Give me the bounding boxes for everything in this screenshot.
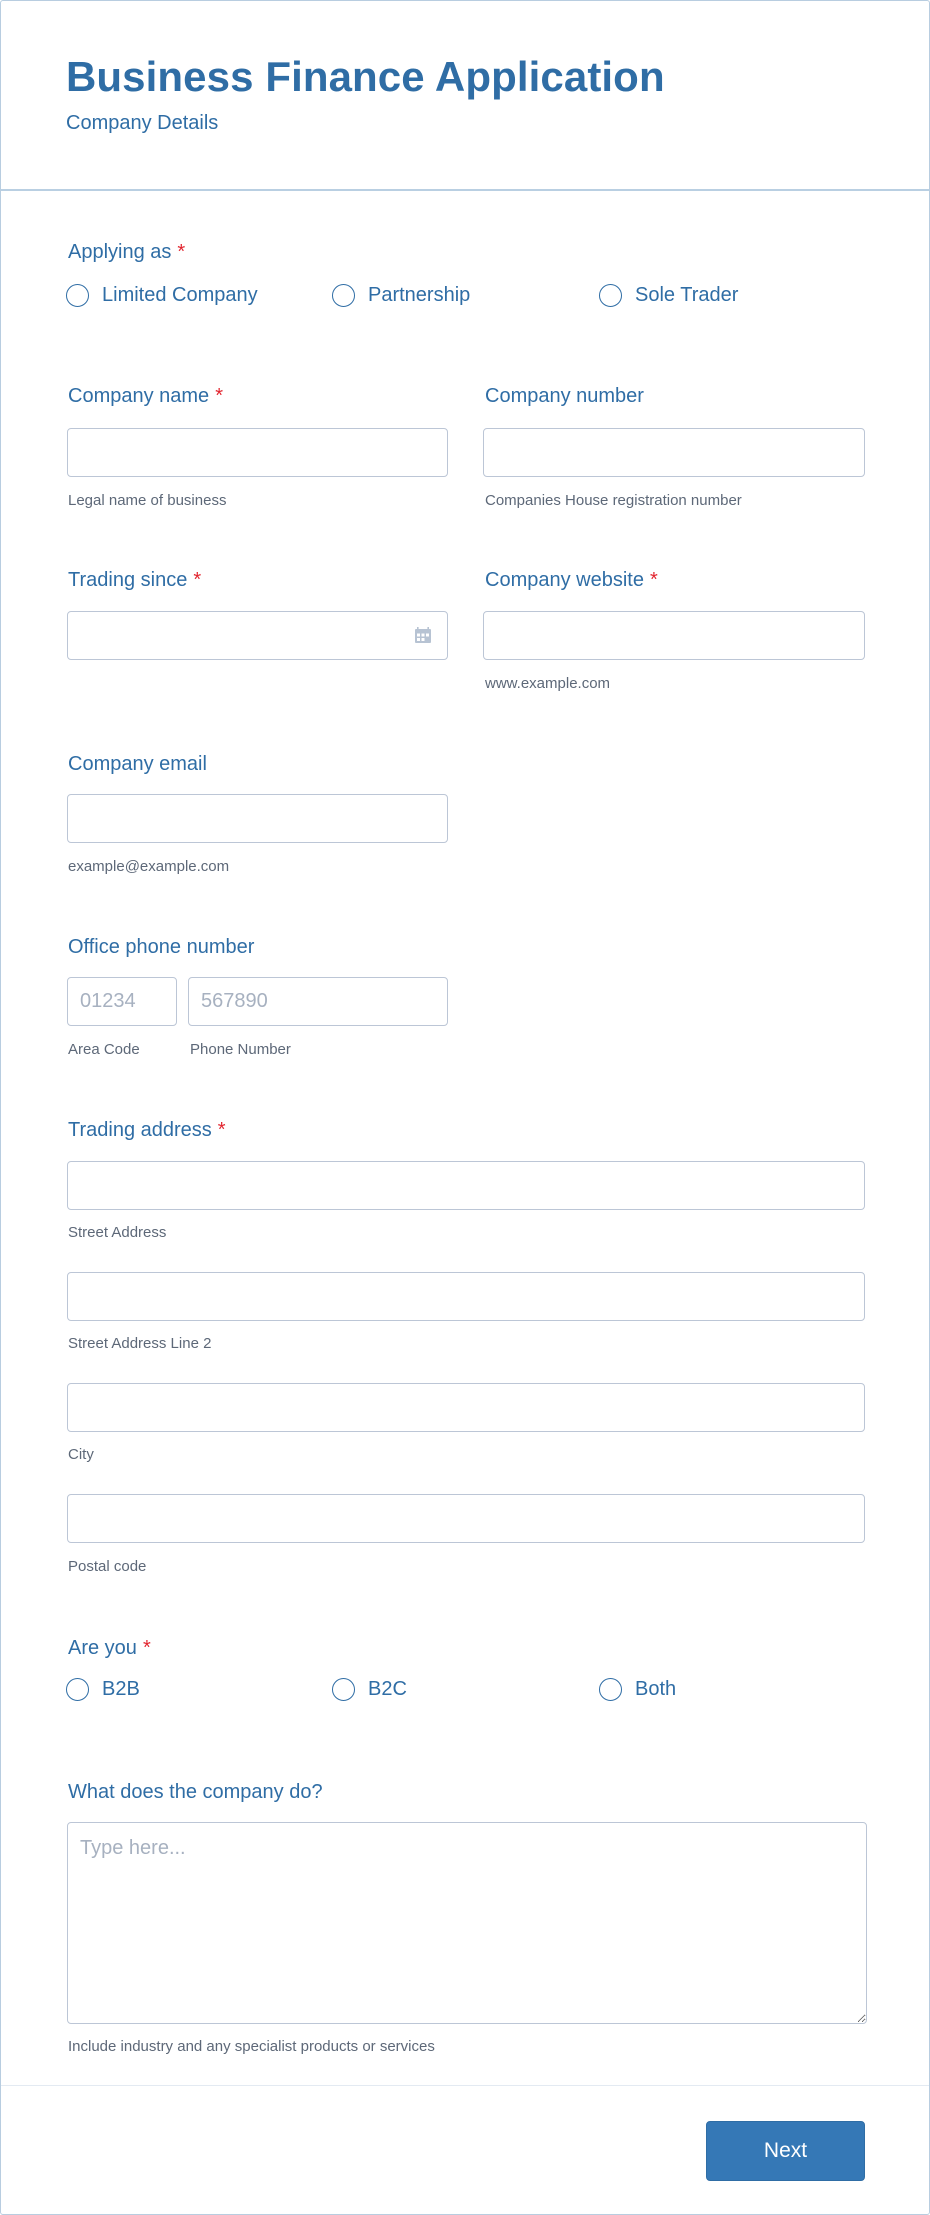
radio-circle-icon[interactable] (66, 1678, 89, 1701)
radio-circle-icon[interactable] (332, 284, 355, 307)
required-marker: * (142, 1637, 151, 1659)
radio-label: Sole Trader (635, 284, 739, 306)
company-website-help: www.example.com (485, 675, 611, 692)
radio-b2b[interactable]: B2B (66, 1678, 140, 1701)
company-activity-label: What does the company do? (68, 1781, 323, 1803)
company-name-input[interactable] (67, 428, 448, 477)
trading-since-label-text: Trading since (68, 569, 188, 591)
company-email-help: example@example.com (68, 858, 230, 875)
are-you-label: Are you * (68, 1637, 151, 1660)
radio-label: B2B (102, 1678, 140, 1700)
required-marker: * (177, 241, 186, 263)
company-website-label-text: Company website (485, 569, 644, 591)
postal-code-input[interactable] (67, 1494, 865, 1543)
next-button[interactable]: Next (706, 2121, 865, 2181)
footer-divider (1, 2085, 929, 2086)
company-number-label: Company number (485, 385, 644, 407)
company-name-label-text: Company name (68, 385, 210, 407)
required-marker: * (215, 385, 223, 407)
company-email-label: Company email (68, 753, 207, 775)
radio-label: B2C (368, 1678, 407, 1700)
trading-since-label: Trading since * (68, 569, 201, 592)
company-name-label: Company name * (68, 385, 223, 408)
company-activity-textarea[interactable] (67, 1822, 867, 2024)
radio-limited-company[interactable]: Limited Company (66, 284, 258, 307)
are-you-label-text: Are you (68, 1637, 137, 1659)
office-phone-label: Office phone number (68, 936, 255, 958)
radio-partnership[interactable]: Partnership (332, 284, 470, 307)
city-help: City (68, 1446, 94, 1463)
radio-sole-trader[interactable]: Sole Trader (599, 284, 738, 307)
postal-code-help: Postal code (68, 1558, 147, 1575)
radio-label: Limited Company (102, 284, 258, 306)
radio-circle-icon[interactable] (332, 1678, 355, 1701)
city-input[interactable] (67, 1383, 865, 1432)
company-email-input[interactable] (67, 794, 448, 843)
trading-since-date-input[interactable] (67, 611, 448, 660)
radio-both[interactable]: Both (599, 1678, 676, 1701)
company-number-input[interactable] (483, 428, 865, 477)
phone-number-input[interactable] (188, 977, 448, 1026)
area-code-help: Area Code (68, 1041, 140, 1058)
required-marker: * (649, 569, 658, 591)
required-marker: * (193, 569, 202, 591)
company-website-input[interactable] (483, 611, 865, 660)
company-activity-help: Include industry and any specialist prod… (68, 2038, 435, 2055)
phone-number-help: Phone Number (190, 1041, 291, 1058)
required-marker: * (217, 1119, 226, 1141)
trading-address-label-text: Trading address (68, 1119, 212, 1141)
applying-as-label-text: Applying as (68, 241, 172, 263)
company-website-label: Company website * (485, 569, 658, 592)
radio-circle-icon[interactable] (599, 284, 622, 307)
company-number-help: Companies House registration number (485, 492, 742, 509)
street-address-line2-help: Street Address Line 2 (68, 1335, 212, 1352)
street-address-help: Street Address (68, 1224, 167, 1241)
form-header: Business Finance Application Company Det… (1, 1, 929, 191)
radio-b2c[interactable]: B2C (332, 1678, 407, 1701)
street-address-input[interactable] (67, 1161, 865, 1210)
company-name-help: Legal name of business (68, 492, 227, 509)
street-address-line2-input[interactable] (67, 1272, 865, 1321)
calendar-icon[interactable] (414, 626, 432, 644)
radio-label: Partnership (368, 284, 471, 306)
radio-label: Both (635, 1678, 677, 1700)
radio-circle-icon[interactable] (66, 284, 89, 307)
radio-circle-icon[interactable] (599, 1678, 622, 1701)
page-subtitle: Company Details (66, 112, 219, 134)
page-title: Business Finance Application (66, 53, 665, 100)
area-code-input[interactable] (67, 977, 177, 1026)
form-container: Business Finance Application Company Det… (0, 0, 930, 2215)
trading-address-label: Trading address * (68, 1119, 226, 1142)
applying-as-label: Applying as * (68, 241, 185, 264)
